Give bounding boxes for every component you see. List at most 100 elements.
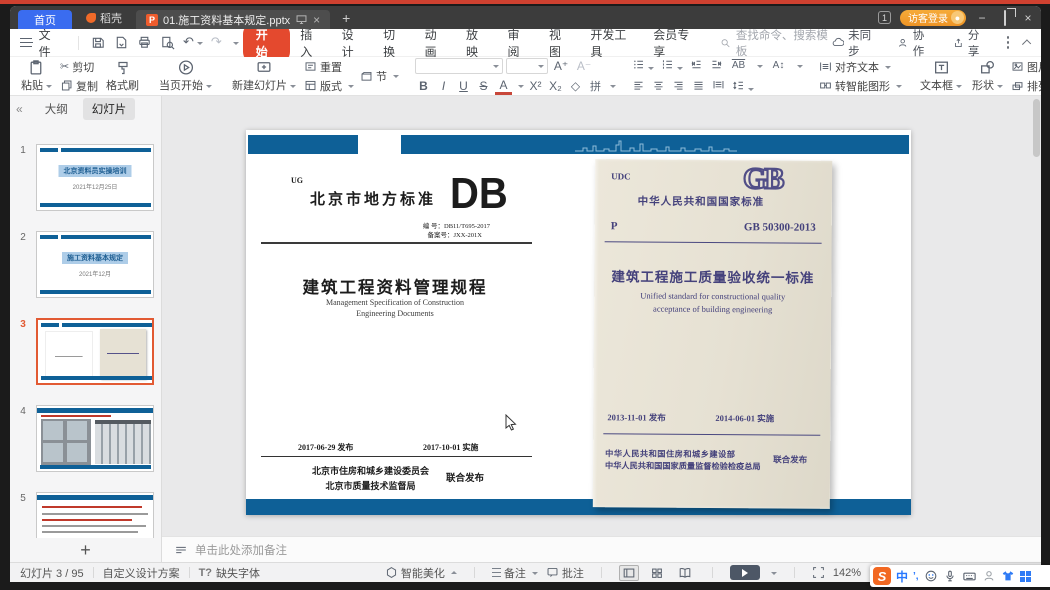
reading-view-button[interactable]	[675, 565, 695, 581]
notes-toggle-button[interactable]: 备注	[492, 565, 538, 581]
phonetic-guide-button[interactable]: 拼	[587, 78, 604, 94]
tab-docer[interactable]: 稻壳	[72, 10, 136, 26]
clear-format-button[interactable]: ◇	[567, 79, 584, 93]
strikethrough-button[interactable]: S	[475, 79, 492, 93]
beautify-button[interactable]: 智能美化	[385, 565, 457, 581]
ime-language-toggle[interactable]: 中	[896, 568, 908, 585]
redo-button[interactable]: ↷	[211, 35, 222, 50]
play-options-icon[interactable]	[771, 572, 777, 578]
design-scheme-button[interactable]: 自定义设计方案	[103, 565, 180, 581]
login-button[interactable]: 访客登录 ●	[900, 10, 966, 26]
add-slide-button[interactable]: +	[10, 538, 161, 562]
layout-button[interactable]: 版式	[304, 78, 354, 94]
shapes-button[interactable]: 形状	[967, 57, 1008, 95]
align-center-button[interactable]	[652, 79, 665, 95]
share-button[interactable]: 分享	[952, 27, 986, 59]
normal-view-button[interactable]	[619, 565, 639, 581]
decrease-indent-button[interactable]	[690, 58, 703, 74]
slide-sorter-view-button[interactable]	[647, 565, 667, 581]
gb-standard-cover[interactable]: UDC GB 中华人民共和国国家标准 P GB 50300-2013 建筑工程施…	[593, 159, 832, 509]
text-box-button[interactable]: 文本框	[915, 57, 967, 95]
distribute-button[interactable]	[712, 79, 725, 95]
section-button[interactable]: 节	[360, 68, 399, 84]
more-menu-icon[interactable]	[1007, 41, 1010, 44]
subscript-button[interactable]: X₂	[547, 79, 564, 93]
close-button[interactable]: ×	[1021, 11, 1035, 25]
font-name-select[interactable]	[415, 58, 503, 74]
cut-button[interactable]: ✂剪切	[60, 59, 98, 75]
line-spacing-button[interactable]	[732, 79, 754, 95]
tab-document[interactable]: P 01.施工资料基本规定.pptx ×	[136, 10, 330, 29]
undo-button[interactable]: ↶	[183, 35, 203, 50]
virtual-keyboard-icon[interactable]	[962, 569, 977, 584]
command-search[interactable]: 查找命令、搜索模板	[720, 27, 828, 59]
skin-shirt-icon[interactable]	[1001, 569, 1015, 583]
ime-account-icon[interactable]	[982, 569, 996, 583]
align-right-button[interactable]	[672, 79, 685, 95]
scrollbar-thumb[interactable]	[1033, 99, 1040, 157]
picture-button[interactable]: 图片	[1011, 59, 1041, 75]
copy-button[interactable]: 复制	[60, 78, 98, 94]
decrease-font-button[interactable]: A⁻	[574, 59, 594, 73]
window-count-badge[interactable]: 1	[878, 11, 891, 24]
to-smart-graphic-button[interactable]: 转智能图形	[819, 78, 902, 94]
align-text-button[interactable]: 对齐文本	[819, 59, 902, 75]
slide-thumbnail-5[interactable]	[36, 492, 154, 538]
canvas-scrollbar[interactable]	[1033, 99, 1040, 529]
collab-button[interactable]: 协作	[897, 27, 931, 59]
bullet-list-button[interactable]	[632, 58, 654, 74]
format-painter-button[interactable]: 格式刷	[101, 57, 144, 95]
save-button[interactable]	[91, 35, 106, 50]
collapse-panel-icon[interactable]: «	[16, 102, 23, 116]
print-button[interactable]	[137, 35, 152, 50]
export-pdf-button[interactable]	[114, 35, 129, 50]
db-standard-cover[interactable]: UG 北京市地方标准 DB 编 号：DB11/T695-2017 备案号：JXX…	[258, 158, 558, 504]
restore-button[interactable]	[998, 11, 1012, 25]
notes-bar[interactable]: 单击此处添加备注	[162, 536, 1041, 562]
collapse-ribbon-icon[interactable]	[1022, 39, 1031, 48]
bold-button[interactable]: B	[415, 79, 432, 93]
increase-indent-button[interactable]	[710, 58, 723, 74]
play-from-current-button[interactable]: 当页开始	[154, 57, 217, 95]
sync-status[interactable]: 未同步	[832, 27, 877, 59]
text-direction-button[interactable]: AB	[730, 60, 747, 71]
slide-thumbnail-3-selected[interactable]	[36, 318, 154, 385]
voice-input-icon[interactable]	[943, 569, 957, 583]
slide-canvas[interactable]: UG 北京市地方标准 DB 编 号：DB11/T695-2017 备案号：JXX…	[162, 96, 1041, 536]
slideshow-play-button[interactable]	[730, 565, 760, 580]
slide-thumbnail-4[interactable]	[36, 405, 154, 472]
arrange-button[interactable]: 排列	[1011, 78, 1041, 94]
new-tab-button[interactable]: +	[342, 10, 350, 26]
italic-button[interactable]: I	[435, 79, 452, 93]
quickbar-more-button[interactable]	[230, 40, 239, 46]
emoji-icon[interactable]	[924, 569, 938, 583]
tab-close-icon[interactable]: ×	[313, 13, 320, 27]
tab-slides[interactable]: 幻灯片	[83, 98, 136, 120]
slide-thumbnail-2[interactable]: 施工资料基本规定 2021年12月	[36, 231, 154, 298]
increase-font-button[interactable]: A⁺	[551, 59, 571, 73]
tab-home[interactable]: 首页	[18, 10, 72, 29]
font-size-select[interactable]	[506, 58, 548, 74]
align-left-button[interactable]	[632, 79, 645, 95]
reset-button[interactable]: 重置	[304, 59, 354, 75]
font-color-button[interactable]: A	[495, 78, 512, 95]
tab-outline[interactable]: 大纲	[36, 98, 77, 120]
present-monitor-icon[interactable]	[295, 13, 308, 26]
ime-punctuation-toggle[interactable]: ’,	[913, 571, 919, 582]
hamburger-icon[interactable]	[20, 38, 32, 47]
print-preview-button[interactable]	[160, 35, 175, 50]
justify-button[interactable]	[692, 79, 705, 95]
minimize-button[interactable]: −	[975, 11, 989, 25]
new-slide-button[interactable]: 新建幻灯片	[227, 57, 301, 95]
zoom-level[interactable]: 142%	[833, 567, 861, 579]
text-sort-button[interactable]: A↕	[770, 60, 787, 71]
zoom-fit-button[interactable]	[812, 566, 825, 579]
superscript-button[interactable]: X²	[527, 79, 544, 93]
underline-button[interactable]: U	[455, 79, 472, 93]
slide-thumbnail-1[interactable]: 北京资料员实操培训 2021年12月25日	[36, 144, 154, 211]
sogou-logo-icon[interactable]: S	[873, 567, 891, 585]
slide-3[interactable]: UG 北京市地方标准 DB 编 号：DB11/T695-2017 备案号：JXX…	[246, 130, 911, 515]
missing-font-button[interactable]: 缺失字体	[216, 565, 260, 581]
comment-button[interactable]: 批注	[546, 565, 584, 581]
ime-toolbox-icon[interactable]	[1020, 571, 1031, 582]
